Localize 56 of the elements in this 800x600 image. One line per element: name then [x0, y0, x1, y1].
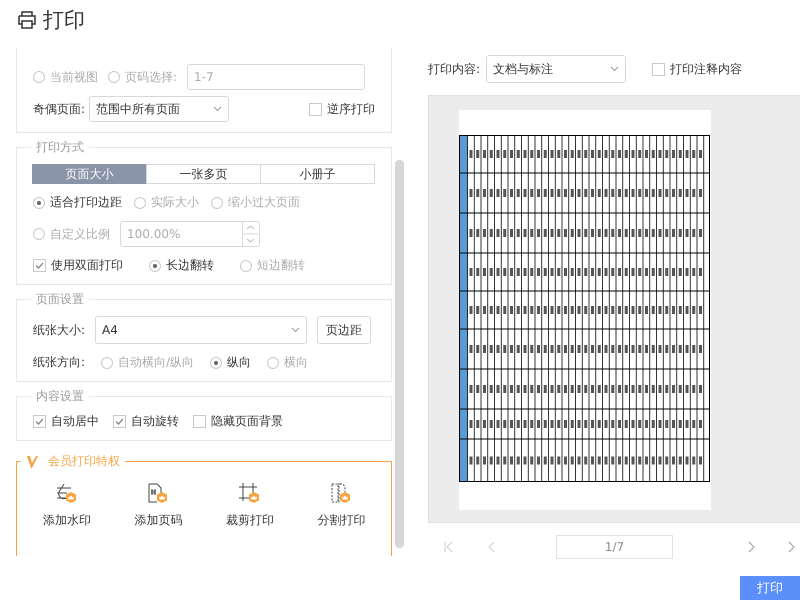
- crop-tool-icon: [238, 482, 262, 506]
- checkbox[interactable]: [33, 415, 46, 428]
- first-page-icon[interactable]: [444, 541, 454, 553]
- next-page-icon[interactable]: [747, 541, 755, 553]
- radio-label: 适合打印边距: [50, 194, 122, 211]
- vip-tool-button[interactable]: 裁剪打印: [210, 482, 290, 529]
- scrollbar-thumb[interactable]: [395, 160, 404, 548]
- checkbox[interactable]: [113, 415, 126, 428]
- section-title: 页面设置: [31, 291, 89, 308]
- radio-label: 当前视图: [50, 68, 98, 86]
- section-title: 会员打印特权: [48, 453, 120, 470]
- checkbox[interactable]: [652, 62, 666, 76]
- radio-label: 横向: [284, 354, 308, 371]
- chevron-down-icon: [213, 106, 222, 112]
- radio-label: 缩小过大页面: [228, 194, 300, 211]
- odd-even-label: 奇偶页面:: [33, 100, 86, 118]
- checkbox-label: 打印注释内容: [670, 60, 742, 78]
- last-page-icon[interactable]: [787, 541, 795, 553]
- paper-size-label: 纸张大小:: [33, 322, 86, 338]
- mode-tab[interactable]: 小册子: [260, 164, 375, 184]
- previous-page-icon[interactable]: [488, 541, 496, 553]
- margins-button[interactable]: 页边距: [317, 316, 372, 344]
- print-content-label: 打印内容:: [428, 60, 480, 78]
- watermark-tool-icon: [54, 482, 79, 506]
- chevron-down-icon: [291, 327, 300, 333]
- checkbox[interactable]: [193, 415, 206, 428]
- radio-label: 短边翻转: [257, 257, 305, 274]
- radio-button[interactable]: [33, 196, 45, 208]
- radio-button[interactable]: [149, 260, 161, 272]
- odd-even-select[interactable]: 范围中所有页面: [89, 96, 230, 122]
- page-number-field[interactable]: 1/7: [556, 535, 673, 559]
- orientation-label: 纸张方向:: [33, 354, 86, 371]
- checkbox-label: 自动居中: [51, 413, 99, 430]
- checkbox-label: 逆序打印: [327, 100, 375, 118]
- radio-label: 页码选择:: [125, 68, 178, 86]
- radio-label: 纵向: [227, 354, 252, 371]
- checkbox-label: 自动旋转: [131, 413, 179, 430]
- mode-tab[interactable]: 一张多页: [146, 164, 261, 184]
- vip-tool-button[interactable]: 添加页码: [118, 482, 198, 529]
- radio-button[interactable]: [210, 356, 222, 368]
- section-title: 打印方式: [31, 139, 89, 156]
- radio-label: 实际大小: [151, 194, 199, 211]
- radio-label: 自动横向/纵向: [118, 354, 194, 371]
- checkbox[interactable]: [33, 259, 46, 272]
- printer-icon: [17, 11, 37, 29]
- checkbox-label: 使用双面打印: [51, 257, 123, 274]
- paper-size-select[interactable]: A4: [95, 316, 308, 344]
- dialog-title: 打印: [43, 7, 85, 34]
- checkbox[interactable]: [309, 102, 322, 116]
- vip-tool-button[interactable]: 分割打印: [301, 482, 382, 529]
- checkbox-label: 隐藏页面背景: [211, 413, 283, 430]
- radio-label: 自定义比例: [50, 226, 110, 242]
- radio-label: 长边翻转: [166, 257, 214, 274]
- vip-tool-button[interactable]: 添加水印: [26, 482, 107, 529]
- print-content-select[interactable]: 文档与标注: [486, 55, 626, 83]
- chevron-down-icon: [610, 66, 620, 72]
